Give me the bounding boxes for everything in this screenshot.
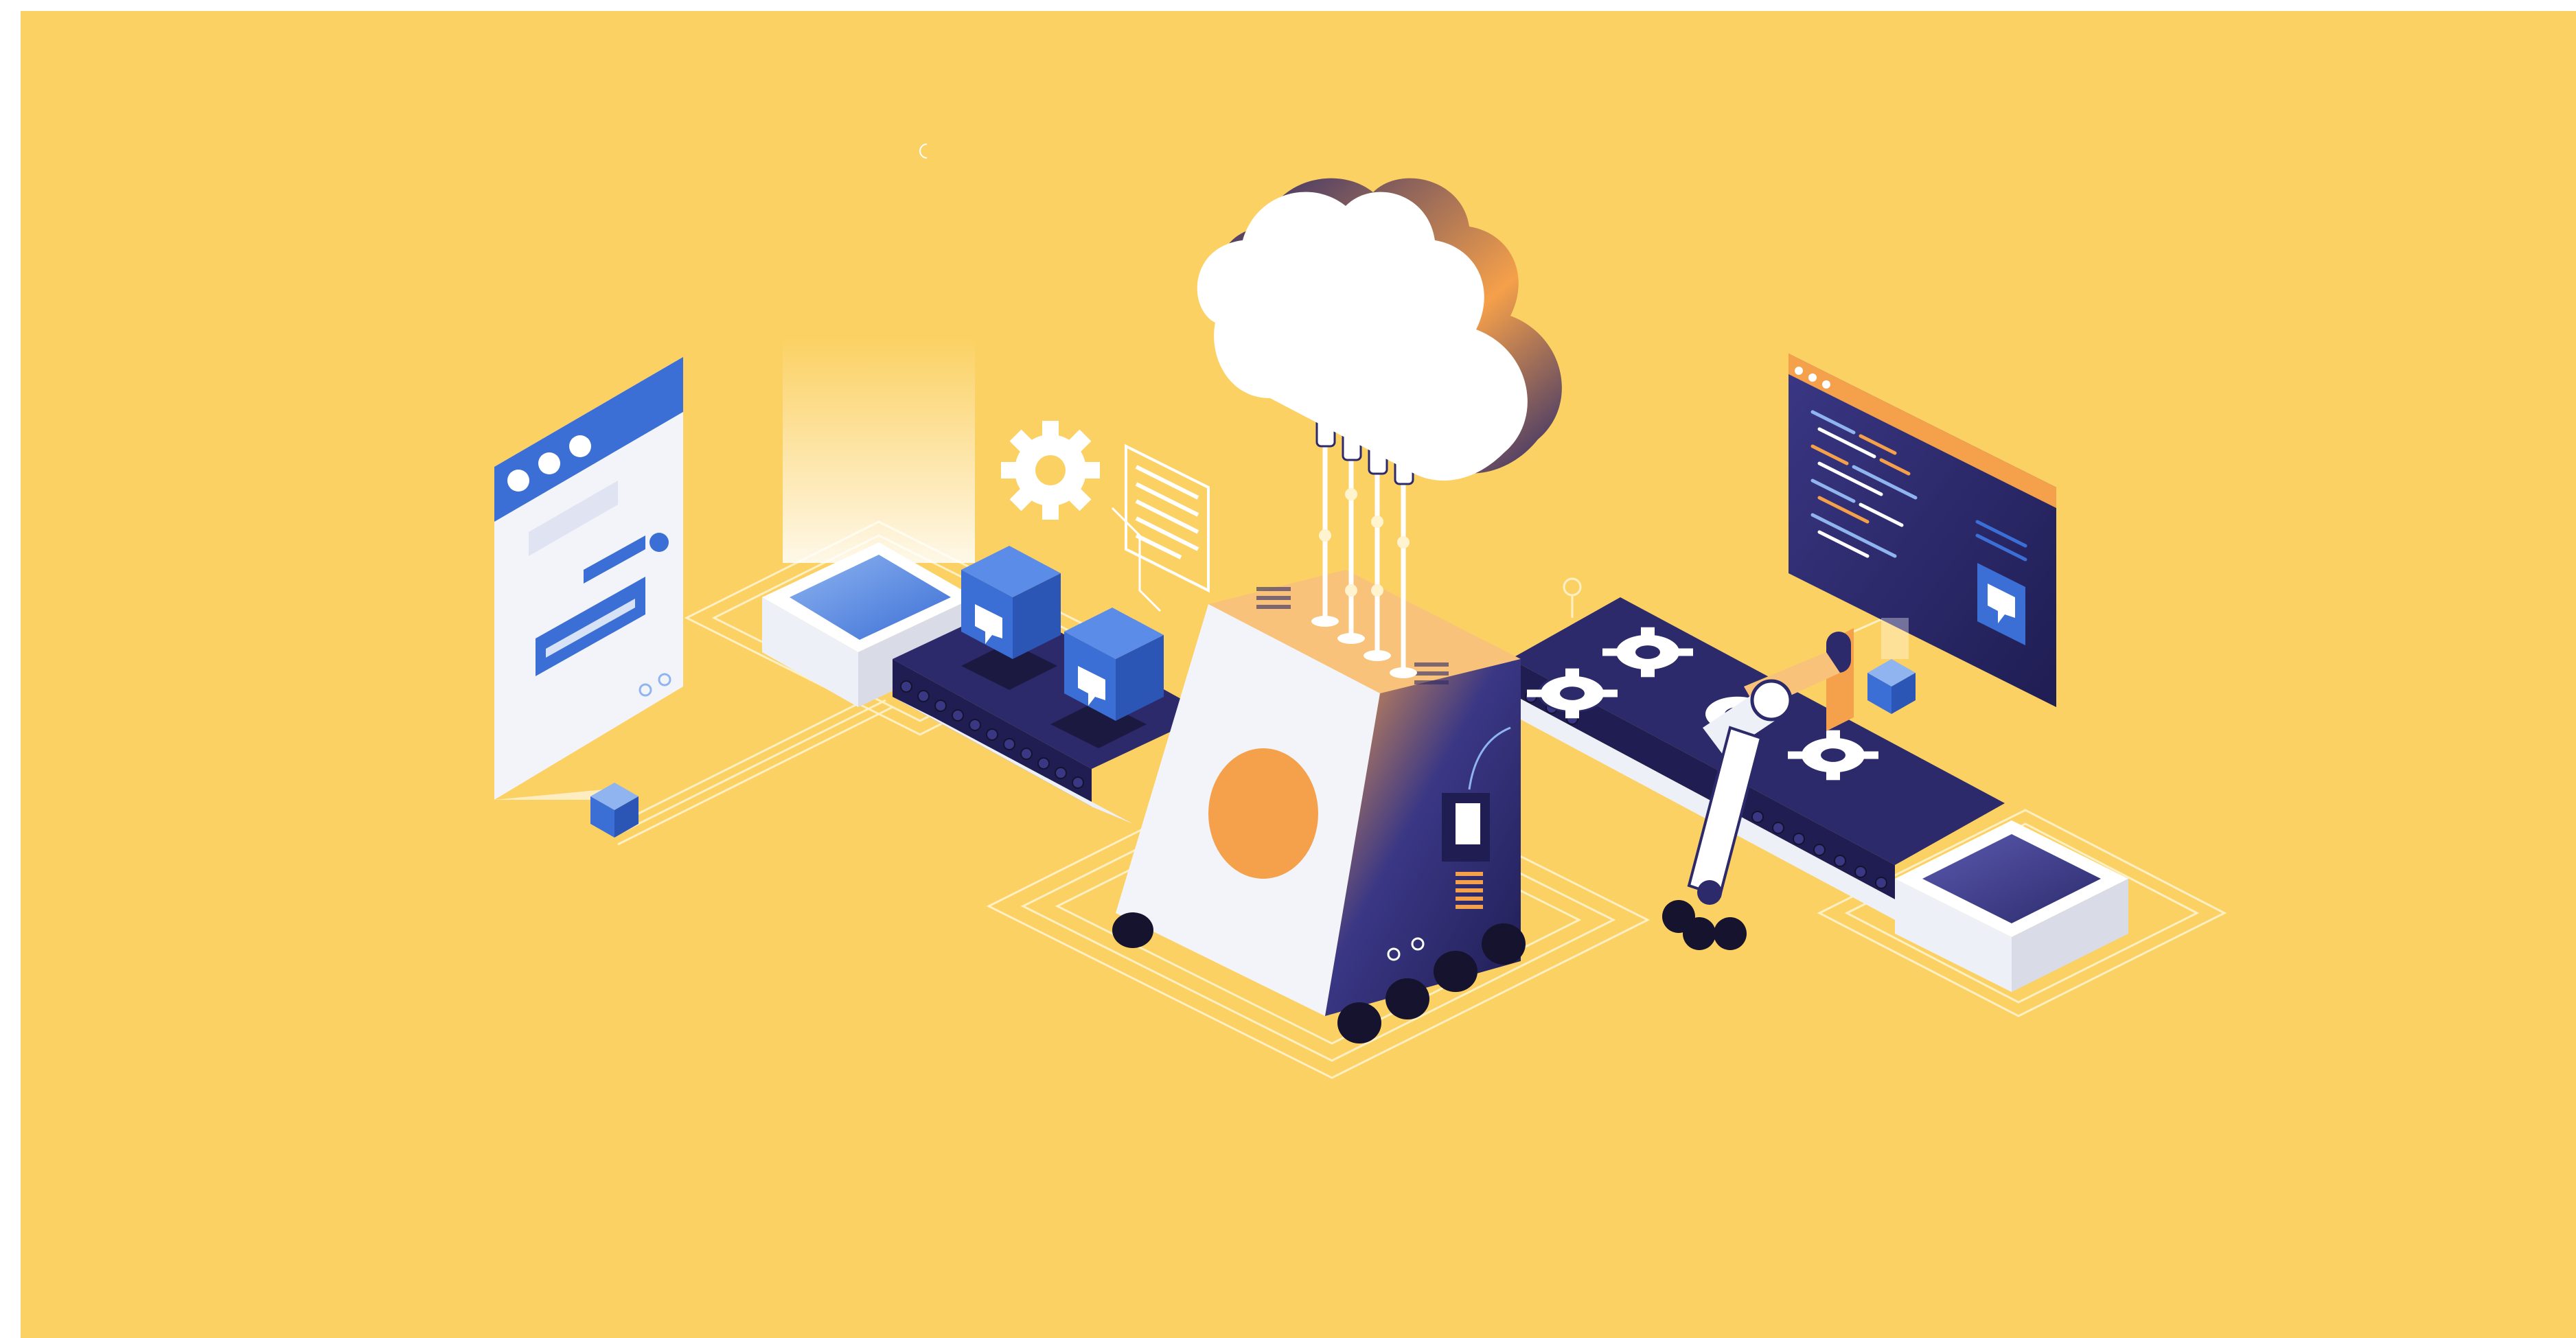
light-beam <box>1881 618 1909 659</box>
chat-box-cube-1 <box>961 546 1061 690</box>
light-beam <box>783 336 975 563</box>
gear-icon <box>1001 421 1100 520</box>
machine-orange-circle <box>1208 748 1318 879</box>
window-dot-icon <box>569 435 591 457</box>
window-dot-icon <box>507 470 529 492</box>
illustration-stage <box>0 0 2576 1338</box>
isometric-cloud-factory-illustration <box>0 0 2576 1338</box>
window-dot-icon <box>538 452 560 474</box>
